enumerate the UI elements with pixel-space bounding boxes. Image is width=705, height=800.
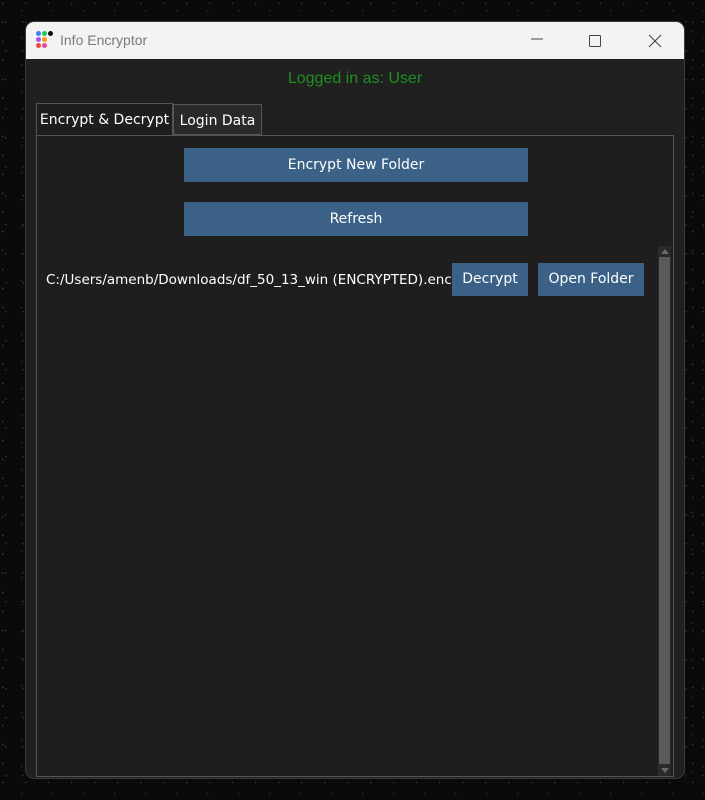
scroll-thumb[interactable] — [659, 257, 670, 764]
refresh-button[interactable]: Refresh — [184, 202, 528, 236]
scroll-down-icon[interactable] — [661, 768, 669, 773]
decrypt-button[interactable]: Decrypt — [452, 263, 528, 296]
scroll-up-icon[interactable] — [661, 249, 669, 254]
logged-in-status: Logged in as: User — [287, 70, 423, 87]
tab-panel: Encrypt New Folder Refresh C:/Users/amen… — [36, 135, 674, 777]
window-title: Info Encryptor — [60, 32, 148, 48]
tab-login-data[interactable]: Login Data — [173, 104, 262, 135]
app-window: Info Encryptor Logged in as: User Encryp… — [26, 22, 684, 778]
title-bar: Info Encryptor — [26, 22, 684, 59]
maximize-icon — [589, 35, 601, 47]
maximize-button[interactable] — [566, 22, 624, 59]
close-icon — [648, 34, 662, 48]
close-button[interactable] — [626, 22, 684, 59]
open-folder-button[interactable]: Open Folder — [538, 263, 644, 296]
vertical-scrollbar[interactable] — [658, 246, 671, 776]
encrypted-file-path: C:/Users/amenb/Downloads/df_50_13_win (E… — [46, 272, 452, 288]
app-icon — [36, 31, 54, 49]
encrypt-new-folder-button[interactable]: Encrypt New Folder — [184, 148, 528, 182]
tab-encrypt-decrypt[interactable]: Encrypt & Decrypt — [36, 103, 173, 135]
minimize-button[interactable] — [508, 22, 566, 59]
minimize-icon — [531, 38, 543, 40]
